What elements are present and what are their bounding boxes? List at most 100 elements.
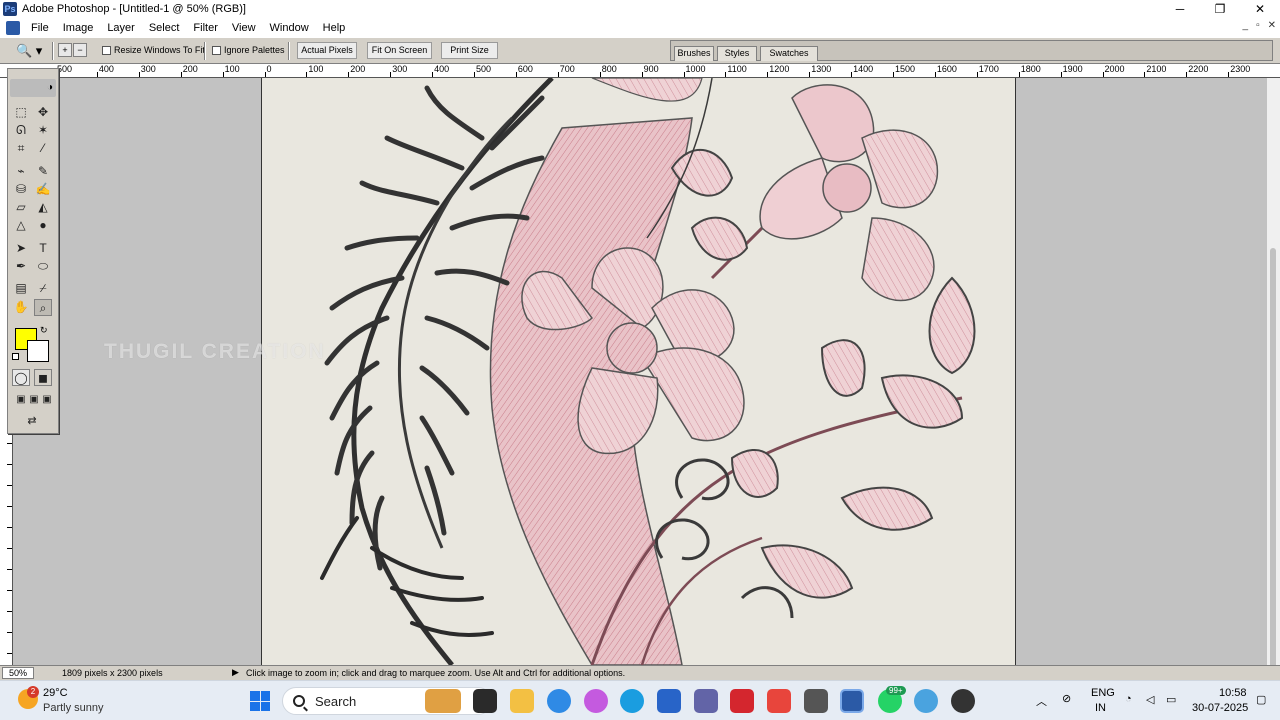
- vertical-scrollbar[interactable]: [1267, 78, 1280, 668]
- document-icon[interactable]: [6, 20, 20, 35]
- clock-time[interactable]: 10:58: [1219, 687, 1247, 699]
- ruler-label: 100: [308, 64, 324, 74]
- ruler-tick: [767, 72, 769, 77]
- tab-swatches[interactable]: Swatches: [760, 46, 818, 61]
- marquee-tool-icon[interactable]: ⬚: [12, 104, 30, 121]
- dodge-tool-icon[interactable]: ●: [34, 217, 52, 234]
- search-highlight-icon[interactable]: [425, 689, 461, 713]
- standard-mode-icon[interactable]: ◯: [12, 369, 30, 386]
- background-color-swatch[interactable]: [27, 340, 49, 362]
- fit-on-screen-button[interactable]: Fit On Screen: [367, 42, 432, 59]
- photoshop-app-icon[interactable]: Ps: [3, 2, 17, 16]
- copilot-icon[interactable]: [584, 689, 608, 713]
- menu-select[interactable]: Select: [142, 22, 187, 34]
- ruler-tick: [7, 569, 12, 570]
- menu-layer[interactable]: Layer: [100, 22, 142, 34]
- close-button[interactable]: ✕: [1240, 0, 1280, 18]
- status-bar: 50% 1809 pixels x 2300 pixels ▶ Click im…: [0, 665, 1280, 680]
- ruler-tick: [725, 72, 727, 77]
- menu-help[interactable]: Help: [316, 22, 353, 34]
- battery-icon[interactable]: ▭: [1166, 693, 1176, 706]
- magic-wand-tool-icon[interactable]: ✶: [34, 122, 52, 139]
- swap-colors-icon[interactable]: ↻: [40, 325, 48, 336]
- ruler-label: 1300: [811, 64, 832, 74]
- file-explorer-icon[interactable]: [510, 689, 534, 713]
- path-selection-tool-icon[interactable]: ➤: [12, 240, 30, 257]
- teams-icon[interactable]: [694, 689, 718, 713]
- weather-description[interactable]: Partly sunny: [43, 702, 104, 714]
- menu-view[interactable]: View: [225, 22, 263, 34]
- doc-close-button[interactable]: ✕: [1268, 20, 1276, 31]
- weather-temperature[interactable]: 29°C: [43, 687, 68, 699]
- clone-stamp-tool-icon[interactable]: ⛁: [12, 181, 30, 198]
- edge-beta-icon[interactable]: [547, 689, 571, 713]
- default-colors-icon[interactable]: [12, 353, 19, 360]
- wifi-icon[interactable]: ◔: [1125, 693, 1132, 705]
- language-region[interactable]: IN: [1095, 702, 1106, 714]
- chrome-icon[interactable]: [951, 689, 975, 713]
- hand-tool-icon[interactable]: ✋: [12, 299, 30, 316]
- adobe-online-icon[interactable]: ◑: [10, 79, 56, 97]
- status-menu-arrow-icon[interactable]: ▶: [232, 667, 239, 678]
- network-off-icon[interactable]: ⊘: [1062, 692, 1071, 705]
- tray-overflow-icon[interactable]: ︿: [1036, 693, 1047, 709]
- eyedropper-tool-icon[interactable]: ⌿: [34, 280, 52, 297]
- menu-image[interactable]: Image: [56, 22, 101, 34]
- menu-window[interactable]: Window: [263, 22, 316, 34]
- start-button[interactable]: [250, 691, 270, 711]
- ruler-tick: [557, 72, 559, 77]
- healing-brush-tool-icon[interactable]: ⌁: [12, 163, 30, 180]
- notes-tool-icon[interactable]: ▤: [12, 280, 30, 297]
- full-screen-mode-icon[interactable]: ▣: [38, 391, 56, 408]
- wps-office-icon[interactable]: [767, 689, 791, 713]
- minimize-button[interactable]: ─: [1160, 0, 1200, 18]
- document-canvas[interactable]: [261, 78, 1016, 665]
- ruler-label: 1600: [936, 64, 957, 74]
- slice-tool-icon[interactable]: ⁄: [34, 140, 52, 157]
- screen-recorder-icon[interactable]: [804, 689, 828, 713]
- edge-icon[interactable]: [620, 689, 644, 713]
- menu-filter[interactable]: Filter: [186, 22, 224, 34]
- ignore-palettes-checkbox[interactable]: Ignore Palettes: [212, 45, 285, 55]
- restore-button[interactable]: ❐: [1200, 0, 1240, 18]
- ruler-tick: [1228, 72, 1230, 77]
- pen-tool-icon[interactable]: ✒: [12, 258, 30, 275]
- ruler-label: 2100: [1146, 64, 1167, 74]
- print-size-button[interactable]: Print Size: [441, 42, 498, 59]
- quick-mask-mode-icon[interactable]: ◼: [34, 369, 52, 386]
- brush-tool-icon[interactable]: ✎: [34, 163, 52, 180]
- task-view-icon[interactable]: [473, 689, 497, 713]
- blur-tool-icon[interactable]: △: [12, 217, 30, 234]
- shape-tool-icon[interactable]: ⬭: [34, 258, 52, 275]
- menu-file[interactable]: File: [24, 22, 56, 34]
- lasso-tool-icon[interactable]: ᘏ: [12, 122, 30, 139]
- zoom-level-field[interactable]: 50%: [2, 667, 34, 679]
- scrollbar-thumb[interactable]: [1270, 248, 1276, 668]
- zoom-tool-icon[interactable]: ⌕: [34, 299, 52, 316]
- tab-brushes[interactable]: Brushes: [674, 46, 714, 61]
- ruler-tick: [7, 464, 12, 465]
- photoshop-taskbar-icon[interactable]: [840, 689, 864, 713]
- clock-date[interactable]: 30-07-2025: [1192, 702, 1248, 714]
- doc-minimize-button[interactable]: _: [1243, 20, 1249, 31]
- security-icon[interactable]: [730, 689, 754, 713]
- move-tool-icon[interactable]: ✥: [34, 104, 52, 121]
- type-tool-icon[interactable]: T: [34, 240, 52, 257]
- doc-restore-button[interactable]: ▫: [1256, 20, 1260, 31]
- history-brush-tool-icon[interactable]: ✍: [34, 181, 52, 198]
- eraser-tool-icon[interactable]: ▱: [12, 199, 30, 216]
- paint-bucket-tool-icon[interactable]: ◭: [34, 199, 52, 216]
- zoom-out-icon[interactable]: −: [73, 43, 87, 57]
- crop-tool-icon[interactable]: ⌗: [12, 140, 30, 157]
- notifications-icon[interactable]: ▢: [1256, 693, 1266, 706]
- tab-styles[interactable]: Styles: [717, 46, 757, 61]
- language-indicator[interactable]: ENG: [1091, 687, 1115, 699]
- zoom-in-icon[interactable]: +: [58, 43, 72, 57]
- store-icon[interactable]: [657, 689, 681, 713]
- resize-windows-checkbox[interactable]: Resize Windows To Fit: [102, 45, 205, 55]
- volume-icon[interactable]: ◁: [1146, 693, 1154, 706]
- actual-pixels-button[interactable]: Actual Pixels: [297, 42, 357, 59]
- jump-to-imageready-icon[interactable]: ⇄: [12, 413, 52, 430]
- edge-dev-icon[interactable]: [914, 689, 938, 713]
- zoom-tool-preset-icon[interactable]: 🔍 ▾: [16, 43, 46, 59]
